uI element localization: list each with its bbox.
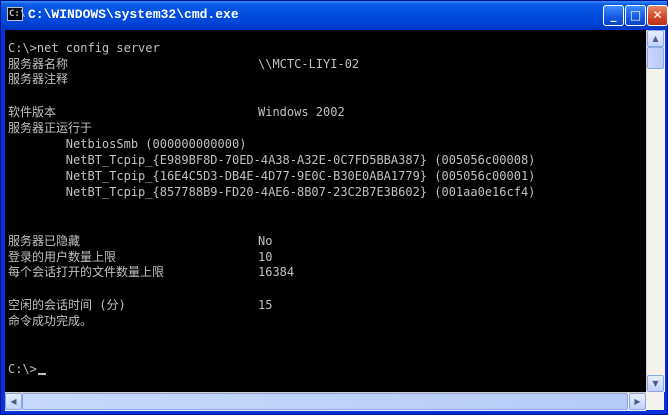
scroll-down-icon[interactable]: ▼ — [647, 375, 664, 392]
console-line-transport: NetBT_Tcpip_{16E4C5D3-DB4E-4D77-9E0C-B30… — [8, 169, 536, 183]
console-line-success: 命令成功完成。 — [8, 314, 93, 328]
console-prompt: C:\> — [8, 363, 46, 376]
window-title: C:\WINDOWS\system32\cmd.exe — [28, 7, 239, 22]
scroll-up-icon[interactable]: ▲ — [647, 30, 664, 47]
text-cursor — [37, 373, 46, 375]
console-line-running-on: 服务器正运行于 — [8, 121, 93, 135]
scroll-right-icon[interactable]: ▶ — [629, 393, 646, 410]
console-line-transport: NetbiosSmb (000000000000) — [8, 137, 247, 151]
console-line-server-hidden: 服务器已隐藏 No — [8, 234, 273, 248]
console-icon[interactable]: C:\ — [7, 7, 25, 21]
title-bar[interactable]: C:\ C:\WINDOWS\system32\cmd.exe _ □ ✕ — [1, 1, 668, 29]
console-line-server-comment: 服务器注释 — [8, 72, 69, 86]
scroll-left-icon[interactable]: ◀ — [5, 393, 22, 410]
vertical-scroll-thumb[interactable] — [647, 47, 664, 69]
console-line-idle-time: 空闲的会话时间 (分) 15 — [8, 298, 273, 312]
console-line-server-name: 服务器名称 \\MCTC-LIYI-02 — [8, 57, 360, 71]
horizontal-scrollbar[interactable]: ◀ ▶ — [5, 392, 646, 411]
console-line-max-files: 每个会话打开的文件数量上限 16384 — [8, 265, 295, 279]
console-line-transport: NetBT_Tcpip_{857788B9-FD20-4AE6-8B07-23C… — [8, 185, 536, 199]
console-line-software-version: 软件版本 Windows 2002 — [8, 105, 345, 119]
horizontal-scroll-thumb[interactable] — [22, 393, 628, 410]
console-line-transport: NetBT_Tcpip_{E989BF8D-70ED-4A38-A32E-0C7… — [8, 153, 536, 167]
cmd-window: C:\ C:\WINDOWS\system32\cmd.exe _ □ ✕ C:… — [0, 0, 668, 415]
close-button[interactable]: ✕ — [647, 5, 668, 26]
vertical-scrollbar[interactable]: ▲ ▼ — [646, 30, 665, 392]
console-line-command: C:\>net config server — [8, 41, 160, 55]
size-grip[interactable] — [646, 392, 664, 410]
maximize-button[interactable]: □ — [625, 5, 646, 26]
minimize-button[interactable]: _ — [603, 5, 624, 26]
console-line-max-users: 登录的用户数量上限 10 — [8, 250, 273, 264]
console-output[interactable]: C:\>net config server 服务器名称 \\MCTC-LIYI-0… — [5, 30, 646, 392]
